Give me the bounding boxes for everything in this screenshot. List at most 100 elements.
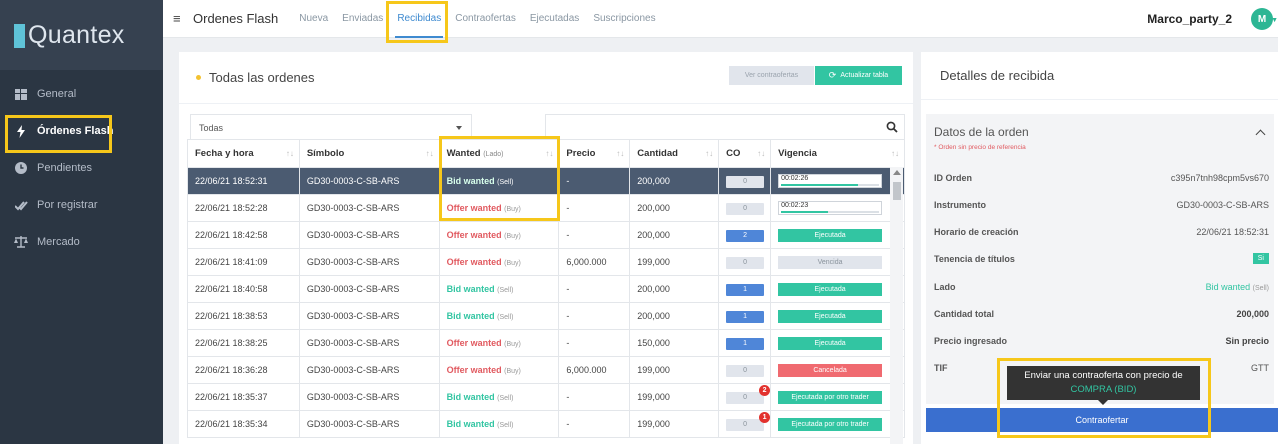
detail-value: Sin precio [1225, 335, 1269, 346]
cell-fecha: 22/06/21 18:52:31 [187, 167, 300, 195]
highlight-box-tooltip [997, 358, 1211, 438]
sort-icon[interactable]: ↑↓ [891, 149, 899, 158]
detail-row: ID Orden c395n7tnh98cpm5vs670 [934, 164, 1269, 191]
table-row[interactable]: 22/06/21 18:38:25 GD30-0003-C-SB-ARS Offer… [187, 329, 905, 357]
col-precio-header[interactable]: Precio ↑↓ [558, 139, 631, 168]
col-vigencia-header[interactable]: Vigencia ↑↓ [770, 139, 905, 168]
detail-row: Lado Bid wanted (Sell) [934, 273, 1269, 300]
sidebar-item-label: Por registrar [37, 199, 98, 211]
sidebar-item-pendientes[interactable]: Pendientes [0, 150, 163, 186]
order-data-title: Datos de la orden [934, 125, 1029, 139]
status-badge: Ejecutada [778, 282, 883, 296]
detail-key: ID Orden [934, 172, 973, 183]
table-scrollbar[interactable] [890, 167, 903, 444]
table-row[interactable]: 22/06/21 18:40:58 GD30-0003-C-SB-ARS Bid w… [187, 275, 905, 303]
co-count-button[interactable]: 01 [726, 411, 771, 431]
cell-cantidad: 200,000 [629, 167, 720, 195]
co-count-button[interactable]: 2 [726, 229, 765, 242]
sort-icon[interactable]: ↑↓ [757, 149, 765, 158]
brand-logo[interactable]: Quantex [0, 0, 163, 70]
actualizar-tabla-label: Actualizar tabla [840, 72, 889, 79]
vigencia-timer: 00:02:26 [778, 174, 883, 188]
tab-contraofertas[interactable]: Contraofertas [455, 0, 516, 38]
sort-icon[interactable]: ↑↓ [286, 149, 294, 158]
cell-precio: - [558, 275, 631, 303]
hamburger-menu-icon[interactable]: ≡ [173, 11, 183, 26]
table-row[interactable]: 22/06/21 18:36:28 GD30-0003-C-SB-ARS Offer… [187, 356, 905, 384]
status-badge: Ejecutada [778, 309, 883, 323]
sidebar-item-mercado[interactable]: Mercado [0, 224, 163, 260]
logo-mark-icon [14, 24, 25, 48]
sidebar-item-por-registrar[interactable]: Por registrar [0, 187, 163, 223]
col-fecha-header[interactable]: Fecha y hora ↑↓ [187, 139, 300, 168]
sidebar: Quantex General Órdenes Flash Pendientes… [0, 0, 163, 444]
cell-precio: 6,000.000 [558, 248, 631, 276]
tab-ejecutadas[interactable]: Ejecutadas [530, 0, 579, 38]
cell-simbolo: GD30-0003-C-SB-ARS [298, 356, 440, 384]
detail-row: Tenencia de títulos Si [934, 245, 1269, 272]
sidebar-item-ordenes-flash[interactable]: Órdenes Flash [0, 113, 163, 153]
col-cantidad-header[interactable]: Cantidad ↑↓ [629, 139, 720, 168]
cell-co: 0 [718, 248, 772, 276]
table-row[interactable]: 22/06/21 18:35:34 GD30-0003-C-SB-ARS Bid w… [187, 410, 905, 438]
cell-co: 0 [718, 194, 772, 222]
table-row[interactable]: 22/06/21 18:42:58 GD30-0003-C-SB-ARS Offer… [187, 221, 905, 249]
detail-value: 200,000 [1236, 308, 1269, 319]
cell-wanted: Bid wanted (Sell) [438, 302, 560, 330]
detail-value: Bid wanted (Sell) [1205, 281, 1269, 292]
filter-select[interactable]: Todas [190, 114, 472, 141]
cell-cantidad: 199,000 [629, 248, 720, 276]
co-count-button[interactable]: 0 [726, 175, 765, 188]
co-count-button[interactable]: 1 [726, 283, 765, 296]
tab-enviadas[interactable]: Enviadas [342, 0, 383, 38]
status-badge: Ejecutada [778, 228, 883, 242]
sidebar-item-general[interactable]: General [0, 76, 163, 112]
order-data-note: * Orden sin precio de referencia [934, 144, 1026, 151]
col-simbolo-header[interactable]: Símbolo ↑↓ [298, 139, 440, 168]
table-row[interactable]: 22/06/21 18:41:09 GD30-0003-C-SB-ARS Offer… [187, 248, 905, 276]
sort-icon[interactable]: ↑↓ [616, 149, 624, 158]
avatar[interactable]: M [1251, 8, 1273, 30]
scrollbar-thumb[interactable] [893, 182, 901, 200]
cell-wanted: Offer wanted (Buy) [438, 221, 560, 249]
chevron-up-icon[interactable] [1255, 129, 1266, 140]
cell-cantidad: 199,000 [629, 410, 720, 438]
tab-nueva[interactable]: Nueva [299, 0, 328, 38]
cell-fecha: 22/06/21 18:40:58 [187, 275, 300, 303]
user-name[interactable]: Marco_party_2 [1147, 12, 1232, 26]
col-co-header[interactable]: CO ↑↓ [718, 139, 772, 168]
sidebar-item-label: General [37, 88, 77, 100]
detail-key: Tenencia de títulos [934, 253, 1015, 264]
cell-simbolo: GD30-0003-C-SB-ARS [298, 248, 440, 276]
sort-icon[interactable]: ↑↓ [426, 149, 434, 158]
sort-icon[interactable]: ↑↓ [705, 149, 713, 158]
co-count-button[interactable]: 02 [726, 384, 771, 404]
co-count-button[interactable]: 1 [726, 310, 765, 323]
cell-vigencia: Ejecutada [770, 221, 905, 249]
co-count-button[interactable]: 0 [726, 202, 765, 215]
search-icon [886, 121, 898, 133]
chevron-down-icon[interactable]: ▼ [1271, 17, 1278, 24]
cell-wanted: Offer wanted (Buy) [438, 248, 560, 276]
cell-simbolo: GD30-0003-C-SB-ARS [298, 275, 440, 303]
scroll-up-icon[interactable] [893, 170, 901, 175]
search-input[interactable] [545, 114, 905, 141]
co-count-button[interactable]: 0 [726, 256, 765, 269]
status-badge: Cancelada [778, 363, 883, 377]
notification-badge: 2 [759, 384, 771, 396]
bolt-icon [14, 124, 28, 138]
detail-row: Precio ingresado Sin precio [934, 327, 1269, 354]
table-row[interactable]: 22/06/21 18:35:37 GD30-0003-C-SB-ARS Bid w… [187, 383, 905, 411]
actualizar-tabla-button[interactable]: ⟳ Actualizar tabla [815, 66, 902, 85]
co-count-button[interactable]: 0 [726, 364, 765, 377]
table-row[interactable]: 22/06/21 18:38:53 GD30-0003-C-SB-ARS Bid w… [187, 302, 905, 330]
co-count-button[interactable]: 1 [726, 337, 765, 350]
cell-cantidad: 200,000 [629, 302, 720, 330]
highlight-box-tab [386, 1, 448, 43]
cell-fecha: 22/06/21 18:35:34 [187, 410, 300, 438]
cell-precio: - [558, 329, 631, 357]
ver-contraofertas-button[interactable]: Ver contraofertas [729, 66, 814, 85]
scale-icon [14, 235, 28, 249]
tab-suscripciones[interactable]: Suscripciones [593, 0, 655, 38]
cell-vigencia: Cancelada [770, 356, 905, 384]
